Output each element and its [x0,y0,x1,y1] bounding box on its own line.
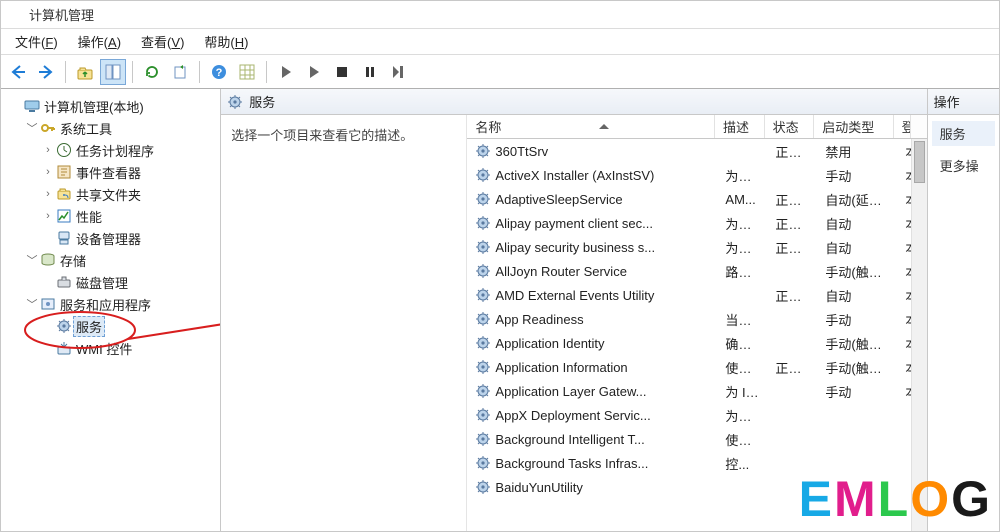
column-header-desc[interactable]: 描述 [715,115,765,138]
action-more[interactable]: 更多操 [932,152,995,179]
service-row[interactable]: BaiduYunUtility [467,475,926,499]
center-body: 选择一个项目来查看它的描述。 名称 描述 状态 启动类型 登 360TtSrv正… [221,115,926,531]
tree-node-task-scheduler[interactable]: ›任务计划程序 [39,139,216,161]
up-folder-button[interactable] [72,59,98,85]
device-icon [55,230,73,246]
center-header: 服务 [221,89,926,115]
tree-node-storage[interactable]: ﹀ 存储 [23,249,216,271]
gear-icon [227,94,243,110]
column-header-logon[interactable]: 登 [894,115,911,138]
services-apps-icon [39,296,57,312]
service-row[interactable]: ActiveX Installer (AxInstSV)为从...手动本 [467,163,926,187]
scrollbar-thumb[interactable] [914,141,925,183]
toolbar-separator [65,61,66,83]
column-header-name[interactable]: 名称 [467,115,715,138]
menu-view[interactable]: 查看(V) [131,30,194,53]
toolbar-separator [199,61,200,83]
start-service-button-2[interactable] [301,59,327,85]
service-row[interactable]: Alipay payment client sec...为支...正在...自动… [467,211,926,235]
refresh-button[interactable] [139,59,165,85]
tree-node-performance[interactable]: ›性能 [39,205,216,227]
navigation-tree-panel: ▾ 计算机管理(本地) ﹀ 系统工具 [1,89,221,531]
description-prompt: 选择一个项目来查看它的描述。 [231,128,413,143]
service-row[interactable]: Alipay security business s...为支...正在...自… [467,235,926,259]
show-tree-button[interactable] [100,59,126,85]
titlebar: 计算机管理 [1,1,999,29]
actions-header: 操作 [928,89,999,115]
disk-icon [55,274,73,290]
restart-service-button[interactable] [385,59,411,85]
tree-node-wmi-control[interactable]: ›WMI 控件 [39,337,216,359]
app-icon [7,7,23,23]
event-icon [55,164,73,180]
service-row[interactable]: Application Information使用...正在...手动(触发..… [467,355,926,379]
service-row[interactable]: AMD External Events Utility正在...自动本 [467,283,926,307]
description-column: 选择一个项目来查看它的描述。 [221,115,467,531]
service-row[interactable]: AllJoyn Router Service路由...手动(触发...本 [467,259,926,283]
menu-file[interactable]: 文件(F) [5,30,68,53]
list-rows: 360TtSrv正在...禁用本ActiveX Installer (AxIns… [467,139,926,531]
clock-icon [55,142,73,158]
services-list: 名称 描述 状态 启动类型 登 360TtSrv正在...禁用本ActiveX … [467,115,926,531]
gear-icon [55,318,73,334]
menubar: 文件(F) 操作(A) 查看(V) 帮助(H) [1,29,999,55]
menu-help[interactable]: 帮助(H) [194,30,258,53]
tree-node-root[interactable]: ▾ 计算机管理(本地) [7,95,216,117]
sort-asc-icon [599,124,609,129]
service-row[interactable]: Background Tasks Infras...控... [467,451,926,475]
toolbar-separator [266,61,267,83]
window-title: 计算机管理 [29,5,94,24]
performance-icon [55,208,73,224]
center-title: 服务 [249,92,275,111]
actions-group-title: 服务 [932,121,995,146]
start-service-button[interactable] [273,59,299,85]
grid-button[interactable] [234,59,260,85]
shared-folder-icon [55,186,73,202]
tree-node-event-viewer[interactable]: ›事件查看器 [39,161,216,183]
service-row[interactable]: App Readiness当用...手动本 [467,307,926,331]
toolbar-separator [132,61,133,83]
column-header-status[interactable]: 状态 [765,115,815,138]
help-button[interactable] [206,59,232,85]
service-row[interactable]: Application Layer Gatew...为 In...手动本 [467,379,926,403]
service-row[interactable]: Application Identity确定...手动(触发...本 [467,331,926,355]
export-button[interactable] [167,59,193,85]
pause-service-button[interactable] [357,59,383,85]
key-icon [39,120,57,136]
computer-management-window: 计算机管理 文件(F) 操作(A) 查看(V) 帮助(H) [0,0,1000,532]
service-row[interactable]: Background Intelligent T...使用... [467,427,926,451]
main: ▾ 计算机管理(本地) ﹀ 系统工具 [1,89,999,531]
service-row[interactable]: AdaptiveSleepServiceAM...正在...自动(延迟...本 [467,187,926,211]
menu-action[interactable]: 操作(A) [68,30,131,53]
wmi-icon [55,340,73,356]
actions-panel: 操作 服务 更多操 [928,89,999,531]
toolbar [1,55,999,89]
tree-node-services[interactable]: ›服务 [39,315,216,337]
service-row[interactable]: 360TtSrv正在...禁用本 [467,139,926,163]
tree-node-device-manager[interactable]: ›设备管理器 [39,227,216,249]
vertical-scrollbar[interactable] [911,139,927,531]
header-scroll-spacer [911,115,927,138]
stop-service-button[interactable] [329,59,355,85]
tree-node-services-apps[interactable]: ﹀ 服务和应用程序 [23,293,216,315]
center-panel: 服务 选择一个项目来查看它的描述。 名称 描述 状态 启动类型 登 [221,89,927,531]
tree-node-disk-management[interactable]: ›磁盘管理 [39,271,216,293]
back-button[interactable] [5,59,31,85]
tree-node-shared-folders[interactable]: ›共享文件夹 [39,183,216,205]
service-row[interactable]: AppX Deployment Servic...为部... [467,403,926,427]
column-header-start[interactable]: 启动类型 [814,115,893,138]
storage-icon [39,252,57,268]
computer-icon [23,98,41,114]
tree-node-system-tools[interactable]: ﹀ 系统工具 [23,117,216,139]
forward-button[interactable] [33,59,59,85]
navigation-tree: ▾ 计算机管理(本地) ﹀ 系统工具 [5,95,216,359]
actions-body: 服务 更多操 [928,115,999,185]
list-header: 名称 描述 状态 启动类型 登 [467,115,926,139]
